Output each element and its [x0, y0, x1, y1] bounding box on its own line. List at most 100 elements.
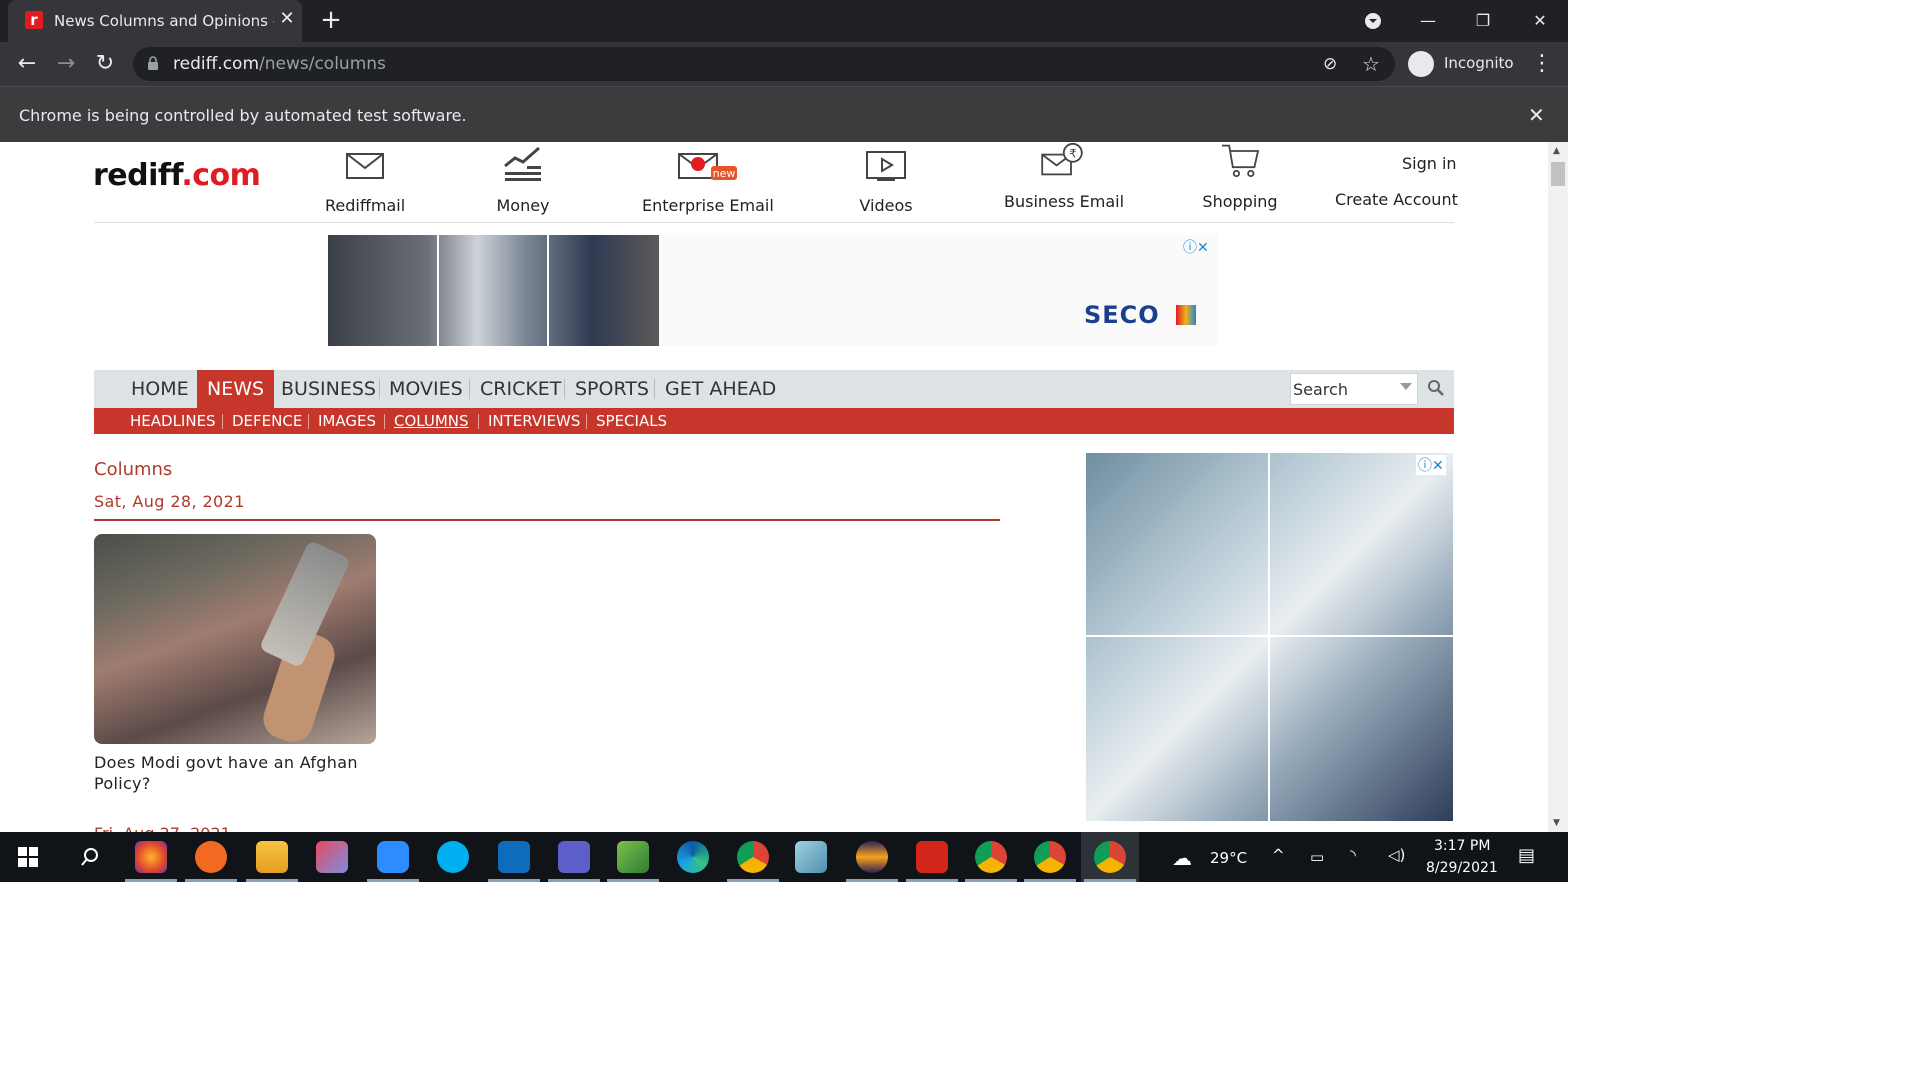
url-domain: rediff.com: [173, 54, 260, 74]
search-icon[interactable]: [1422, 373, 1450, 405]
notes-app-icon[interactable]: [795, 841, 827, 873]
ad-image: [328, 235, 659, 346]
nav-business[interactable]: BUSINESS: [271, 370, 386, 408]
money-chart-icon: [504, 146, 541, 181]
nav-label: Shopping: [1202, 192, 1278, 211]
ad-info-close-icon[interactable]: ⓘ✕: [1416, 455, 1446, 475]
nav-rediffmail[interactable]: Rediffmail: [325, 146, 405, 215]
volume-icon[interactable]: ◁): [1388, 846, 1405, 864]
minimize-icon[interactable]: —: [1408, 6, 1448, 36]
video-icon: [866, 151, 906, 181]
tab-title: News Columns and Opinions - Rediff: [54, 12, 274, 30]
incognito-profile[interactable]: Incognito: [1406, 48, 1518, 80]
scroll-thumb[interactable]: [1551, 162, 1565, 186]
clock-time[interactable]: 3:17 PM: [1434, 838, 1490, 854]
url-text: rediff.com/news/columns: [173, 54, 386, 74]
tab-search-icon[interactable]: [1353, 6, 1393, 36]
subnav-columns[interactable]: COLUMNS: [394, 408, 469, 434]
article-card[interactable]: Does Modi govt have an Afghan Policy?: [94, 534, 376, 794]
sign-in-link[interactable]: Sign in: [1402, 154, 1457, 173]
bookmark-star-icon[interactable]: ☆: [1362, 52, 1380, 76]
windows-start-icon[interactable]: [18, 847, 38, 867]
search-input[interactable]: Search: [1290, 373, 1418, 405]
top-banner-ad[interactable]: ⓘ✕ SECO: [328, 235, 1218, 346]
tab-active[interactable]: r News Columns and Opinions - Rediff ✕: [8, 0, 302, 42]
cart-icon: [1222, 144, 1260, 178]
chrome-icon[interactable]: [1034, 841, 1066, 873]
search-icon[interactable]: [80, 847, 100, 867]
battery-icon[interactable]: ▭: [1310, 848, 1324, 866]
chevron-up-icon[interactable]: ^: [1272, 846, 1285, 864]
create-account-link[interactable]: Create Account: [1335, 190, 1458, 209]
infobar-close-icon[interactable]: ✕: [1528, 103, 1545, 127]
nav-movies[interactable]: MOVIES: [379, 370, 473, 408]
scroll-up-icon[interactable]: ▲: [1553, 146, 1560, 156]
menu-kebab-icon[interactable]: ⋮: [1530, 52, 1554, 76]
back-icon[interactable]: ←: [15, 52, 39, 76]
windows-taskbar: ☁ 29°C ^ ▭ ◝ ◁) 3:17 PM 8/29/2021 ▤: [0, 832, 1568, 882]
mail-icon: [346, 153, 384, 179]
address-bar[interactable]: rediff.com/news/columns ⊘ ☆: [133, 47, 1395, 81]
article-thumbnail[interactable]: [94, 534, 376, 744]
photo-app-icon[interactable]: [617, 841, 649, 873]
nav-enterprise-email[interactable]: new Enterprise Email: [642, 146, 774, 215]
nav-home[interactable]: HOME: [121, 370, 199, 408]
nav-news[interactable]: NEWS: [197, 370, 275, 408]
restore-icon[interactable]: ❐: [1463, 6, 1503, 36]
nav-get-ahead[interactable]: GET AHEAD: [655, 370, 786, 408]
main-navigation: HOME NEWS BUSINESS MOVIES CRICKET SPORTS…: [94, 370, 1454, 408]
file-explorer-icon[interactable]: [256, 841, 288, 873]
nav-label: Videos: [859, 196, 913, 215]
subnav-specials[interactable]: SPECIALS: [596, 408, 667, 434]
eclipse-icon[interactable]: [856, 841, 888, 873]
teams-icon[interactable]: [558, 841, 590, 873]
chrome-icon[interactable]: [1094, 841, 1126, 873]
weather-temperature[interactable]: 29°C: [1210, 849, 1247, 867]
firefox-icon[interactable]: [135, 841, 167, 873]
chevron-down-icon[interactable]: [1400, 383, 1412, 390]
article-title-link[interactable]: Does Modi govt have an Afghan Policy?: [94, 752, 376, 794]
nav-label: Business Email: [1004, 192, 1125, 211]
ad-brand-mark-icon: [1176, 305, 1196, 325]
ad-info-close-icon[interactable]: ⓘ✕: [1183, 237, 1209, 257]
subnav-headlines[interactable]: HEADLINES: [130, 408, 216, 434]
page-scrollbar[interactable]: ▲ ▼: [1548, 142, 1568, 832]
incognito-label: Incognito: [1444, 54, 1514, 72]
url-path: /news/columns: [259, 54, 386, 74]
window-close-icon[interactable]: ✕: [1520, 6, 1560, 36]
notifications-icon[interactable]: ▤: [1518, 845, 1535, 866]
clock-date[interactable]: 8/29/2021: [1426, 860, 1498, 876]
nav-label: Enterprise Email: [642, 196, 774, 215]
acrobat-icon[interactable]: [916, 841, 948, 873]
forward-icon[interactable]: →: [54, 52, 78, 76]
nav-videos[interactable]: Videos: [856, 146, 916, 215]
pen-app-icon[interactable]: [195, 841, 227, 873]
eye-off-icon[interactable]: ⊘: [1323, 54, 1337, 74]
new-tab-button[interactable]: +: [318, 7, 344, 34]
side-banner-ad[interactable]: ⓘ✕: [1086, 453, 1453, 821]
subnav-images[interactable]: IMAGES: [318, 408, 376, 434]
skype-icon[interactable]: [437, 841, 469, 873]
zoom-icon[interactable]: [377, 841, 409, 873]
weather-cloud-icon[interactable]: ☁: [1172, 846, 1192, 870]
chrome-icon[interactable]: [737, 841, 769, 873]
edge-icon[interactable]: [677, 841, 709, 873]
tab-close-icon[interactable]: ✕: [278, 10, 296, 28]
nav-business-email[interactable]: ₹ Business Email: [1004, 142, 1125, 211]
next-column-date: Fri, Aug 27, 2021: [94, 824, 231, 832]
nav-money[interactable]: Money: [493, 146, 553, 215]
paint-icon[interactable]: [316, 841, 348, 873]
reload-icon[interactable]: ↻: [93, 52, 117, 76]
nav-shopping[interactable]: Shopping: [1200, 144, 1280, 211]
rediff-logo[interactable]: rediff.com: [93, 158, 261, 193]
nav-cricket[interactable]: CRICKET: [470, 370, 571, 408]
wifi-icon[interactable]: ◝: [1350, 846, 1356, 864]
rediff-favicon-icon: r: [25, 11, 43, 29]
nav-sports[interactable]: SPORTS: [565, 370, 659, 408]
subnav-defence[interactable]: DEFENCE: [232, 408, 302, 434]
scroll-down-icon[interactable]: ▼: [1553, 818, 1560, 828]
subnav-interviews[interactable]: INTERVIEWS: [488, 408, 580, 434]
outlook-icon[interactable]: [498, 841, 530, 873]
chrome-icon[interactable]: [975, 841, 1007, 873]
logo-text: rediff: [93, 158, 182, 193]
